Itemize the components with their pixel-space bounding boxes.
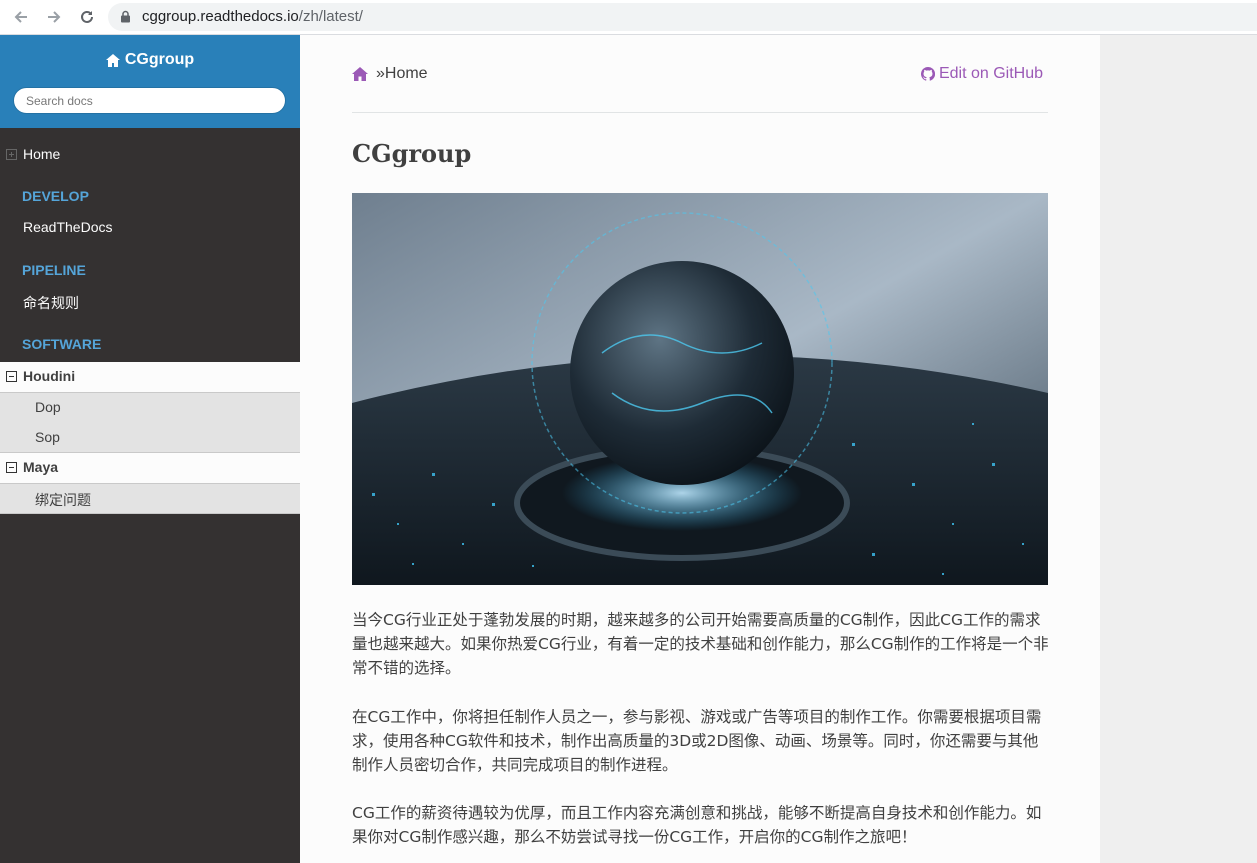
hero-image [352, 193, 1048, 585]
search-input[interactable] [13, 87, 286, 114]
caption-software: SOFTWARE [22, 336, 102, 352]
brand-name: CGgroup [124, 51, 195, 68]
breadcrumb: »Home [352, 65, 428, 83]
paragraph-1: 当今CG行业正处于蓬勃发展的时期，越来越多的公司开始需要高质量的CG制作，因此C… [352, 611, 1049, 677]
back-button[interactable] [9, 5, 33, 29]
main-content: »Home Edit on GitHub CGgroup 当今CG行业正处于蓬勃… [300, 35, 1100, 863]
expand-icon[interactable] [6, 149, 17, 160]
right-gutter [1100, 35, 1257, 863]
url-text: cggroup.readthedocs.io/zh/latest/ [142, 8, 363, 25]
edit-on-github-label: Edit on GitHub [938, 65, 1043, 82]
browser-toolbar: cggroup.readthedocs.io/zh/latest/ [0, 0, 1257, 35]
forward-button[interactable] [42, 5, 66, 29]
github-icon [920, 67, 935, 81]
caption-develop: DEVELOP [22, 188, 89, 204]
sidebar-header: CGgroup [0, 35, 300, 128]
sidebar-item-houdini[interactable]: Houdini [0, 362, 300, 392]
sidebar-item-label: Home [23, 146, 61, 162]
sidebar-item-label: ReadTheDocs [23, 219, 113, 235]
lock-icon [120, 10, 131, 28]
caption-pipeline: PIPELINE [22, 262, 86, 278]
sidebar: CGgroup Home DEVELOP ReadTheDocs PIPELIN… [0, 35, 300, 863]
url-host: cggroup.readthedocs.io [142, 8, 299, 25]
sidebar-item-maya[interactable]: Maya [0, 453, 300, 483]
home-icon [105, 53, 120, 67]
sidebar-item-home[interactable]: Home [0, 146, 300, 164]
page-title: CGgroup [352, 139, 472, 168]
sidebar-item-label: Houdini [23, 368, 76, 384]
arrow-left-icon [14, 11, 27, 23]
sidebar-item-sop[interactable]: Sop [35, 429, 60, 445]
reload-button[interactable] [75, 5, 99, 29]
sidebar-item-binding-issues[interactable]: 绑定问题 [35, 490, 91, 510]
sidebar-item-naming-rules[interactable]: 命名规则 [0, 293, 300, 311]
address-bar[interactable]: cggroup.readthedocs.io/zh/latest/ [108, 3, 1257, 31]
paragraph-3: CG工作的薪资待遇较为优厚，而且工作内容充满创意和挑战，能够不断提高自身技术和创… [352, 804, 1042, 846]
url-path: /zh/latest/ [298, 8, 363, 25]
paragraph-2: 在CG工作中，你将担任制作人员之一，参与影视、游戏或广告等项目的制作工作。你需要… [352, 708, 1042, 774]
divider [352, 112, 1048, 113]
home-icon[interactable] [352, 67, 368, 81]
edit-on-github-link[interactable]: Edit on GitHub [920, 65, 1043, 83]
sidebar-item-label: 命名规则 [23, 295, 79, 311]
collapse-icon[interactable] [6, 462, 17, 473]
houdini-submenu: Dop Sop [0, 392, 300, 453]
sidebar-item-dop[interactable]: Dop [35, 399, 61, 415]
reload-icon [81, 10, 93, 23]
collapse-icon[interactable] [6, 371, 17, 382]
breadcrumb-current: »Home [376, 65, 428, 82]
sidebar-item-readthedocs[interactable]: ReadTheDocs [0, 219, 300, 237]
maya-submenu: 绑定问题 [0, 483, 300, 514]
sidebar-item-label: Maya [23, 459, 59, 475]
brand-link[interactable]: CGgroup [0, 51, 300, 69]
arrow-right-icon [48, 11, 61, 23]
